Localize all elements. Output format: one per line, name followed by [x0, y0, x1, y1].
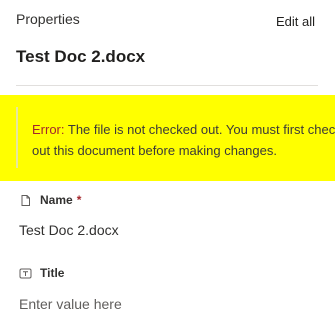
error-accent-bar: [16, 107, 18, 168]
error-message-box: Error: The file is not checked out. You …: [0, 95, 335, 181]
text-field-icon: [19, 267, 32, 280]
header-divider: [16, 85, 318, 86]
document-icon: [19, 194, 32, 207]
error-message-body: The file is not checked out. You must fi…: [32, 122, 335, 158]
title-field-label-text: Title: [40, 266, 65, 280]
name-field-label-text: Name: [40, 193, 73, 207]
properties-panel: Properties Edit all Test Doc 2.docx Erro…: [0, 0, 335, 325]
title-field-input[interactable]: Enter value here: [19, 296, 122, 312]
title-field-label: Title: [19, 266, 64, 280]
name-field-label: Name *: [19, 193, 81, 207]
document-name-title: Test Doc 2.docx: [16, 47, 146, 66]
panel-header-title: Properties: [16, 11, 80, 27]
error-message-text: Error: The file is not checked out. You …: [32, 119, 335, 161]
name-field-value[interactable]: Test Doc 2.docx: [19, 222, 119, 238]
error-prefix-label: Error:: [32, 122, 65, 137]
edit-all-button[interactable]: Edit all: [276, 14, 315, 29]
required-indicator: *: [76, 193, 82, 207]
